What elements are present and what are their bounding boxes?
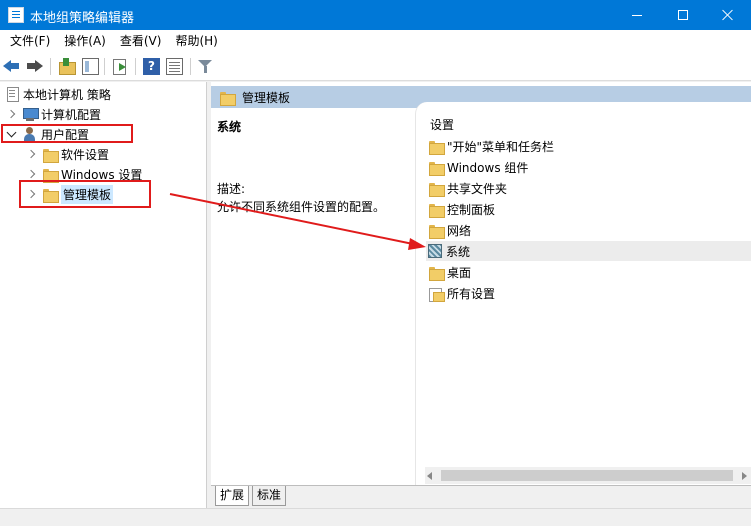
list-item-label: 控制面板 <box>447 202 496 217</box>
title-bar: 本地组策略编辑器 <box>0 0 751 30</box>
minimize-icon <box>632 14 642 16</box>
tree-item-label: 软件设置 <box>61 147 110 162</box>
scroll-right-icon[interactable] <box>742 472 747 480</box>
tree-item-computer-config[interactable]: 计算机配置 <box>6 104 101 124</box>
menu-help[interactable]: 帮助(H) <box>168 30 224 52</box>
app-icon <box>8 7 24 23</box>
filter-icon[interactable] <box>197 58 214 75</box>
column-header-settings[interactable]: 设置 <box>430 116 454 133</box>
folder-icon <box>428 222 445 239</box>
menu-view[interactable]: 查看(V) <box>113 30 169 52</box>
tree-item-software-settings[interactable]: 软件设置 <box>26 144 109 164</box>
list-item[interactable]: 桌面 <box>426 262 751 282</box>
list-item[interactable]: "开始"菜单和任务栏 <box>426 136 751 156</box>
details-header-title: 管理模板 <box>242 90 291 105</box>
folder-icon <box>428 159 445 176</box>
list-item-label: 共享文件夹 <box>447 181 508 196</box>
scroll-left-icon[interactable] <box>427 472 432 480</box>
description-label: 描述: <box>217 182 246 196</box>
chevron-right-icon[interactable] <box>6 108 18 120</box>
tree-item-label: 管理模板 <box>61 184 114 204</box>
list-item[interactable]: Windows 组件 <box>426 157 751 177</box>
list-item-label: 所有设置 <box>447 286 496 301</box>
list-item-selected[interactable]: 系统 <box>426 241 751 261</box>
tree-pane: 本地计算机 策略 计算机配置 用户配置 软件设置 Windows 设置 管理模板 <box>0 82 207 508</box>
chevron-down-icon[interactable] <box>6 128 18 140</box>
menu-file[interactable]: 文件(F) <box>3 30 57 52</box>
description-pane: 系统 描述: 允许不同系统组件设置的配置。 <box>211 108 415 485</box>
close-icon <box>722 9 734 21</box>
folder-icon <box>219 89 236 106</box>
folder-icon <box>42 166 59 183</box>
export-list-icon[interactable] <box>111 58 128 75</box>
window-title: 本地组策略编辑器 <box>30 11 135 26</box>
folder-icon <box>428 180 445 197</box>
policy-icon <box>4 86 20 102</box>
toolbar-separator <box>50 58 51 75</box>
list-item[interactable]: 控制面板 <box>426 199 751 219</box>
list-item[interactable]: 网络 <box>426 220 751 240</box>
properties-icon[interactable] <box>166 58 183 75</box>
list-item[interactable]: 共享文件夹 <box>426 178 751 198</box>
description-title: 系统 <box>217 120 242 134</box>
description-text: 允许不同系统组件设置的配置。 <box>217 200 386 214</box>
toolbar-separator <box>190 58 191 75</box>
tree-item-label: 计算机配置 <box>41 107 102 122</box>
list-item-label: Windows 组件 <box>447 160 529 175</box>
folder-icon <box>428 264 445 281</box>
user-icon <box>22 126 38 142</box>
folder-up-icon[interactable] <box>58 58 76 75</box>
maximize-button[interactable] <box>660 0 706 30</box>
back-arrow-icon[interactable] <box>3 58 20 75</box>
list-item-label: "开始"菜单和任务栏 <box>447 139 555 154</box>
folder-icon <box>428 138 445 155</box>
chevron-right-icon[interactable] <box>26 168 38 180</box>
horizontal-scrollbar[interactable] <box>425 467 751 484</box>
tab-extended[interactable]: 扩展 <box>215 486 250 506</box>
folder-icon <box>42 146 59 163</box>
tree-item-user-config[interactable]: 用户配置 <box>6 124 89 144</box>
tree-item-label: 用户配置 <box>41 127 90 142</box>
list-item[interactable]: 所有设置 <box>426 283 751 303</box>
list-item-label: 桌面 <box>447 265 472 280</box>
close-button[interactable] <box>705 0 751 30</box>
scrollbar-thumb[interactable] <box>441 470 733 481</box>
tab-standard[interactable]: 标准 <box>252 486 287 506</box>
list-item-label: 网络 <box>447 223 472 238</box>
toolbar: ? <box>0 52 751 81</box>
menu-action[interactable]: 操作(A) <box>57 30 113 52</box>
chevron-right-icon[interactable] <box>26 148 38 160</box>
settings-list: 设置 "开始"菜单和任务栏 Windows 组件 共享文件夹 控制面板 网络 系… <box>415 102 751 485</box>
folder-icon <box>428 201 445 218</box>
folder-icon <box>42 186 59 203</box>
chevron-right-icon[interactable] <box>26 188 38 200</box>
computer-icon <box>22 106 39 122</box>
forward-arrow-icon[interactable] <box>26 58 43 75</box>
list-item-label: 系统 <box>446 244 471 259</box>
maximize-icon <box>678 10 688 20</box>
minimize-button[interactable] <box>614 0 660 30</box>
tree-item-admin-templates[interactable]: 管理模板 <box>26 184 114 204</box>
toolbar-separator <box>104 58 105 75</box>
tree-item-windows-settings[interactable]: Windows 设置 <box>26 164 142 184</box>
tree-item-label: 本地计算机 策略 <box>23 87 111 102</box>
menu-bar: 文件(F) 操作(A) 查看(V) 帮助(H) <box>0 30 751 52</box>
tree-item-label: Windows 设置 <box>61 167 143 182</box>
details-pane: 管理模板 系统 描述: 允许不同系统组件设置的配置。 设置 "开始"菜单和任务栏… <box>211 82 751 485</box>
all-settings-icon <box>428 285 445 302</box>
show-hide-tree-icon[interactable] <box>82 58 99 75</box>
view-tabs: 扩展 标准 <box>211 485 751 508</box>
toolbar-separator <box>135 58 136 75</box>
system-icon <box>428 244 442 258</box>
tree-item-root[interactable]: 本地计算机 策略 <box>4 84 111 104</box>
status-bar <box>0 508 751 526</box>
help-icon[interactable]: ? <box>143 58 160 75</box>
